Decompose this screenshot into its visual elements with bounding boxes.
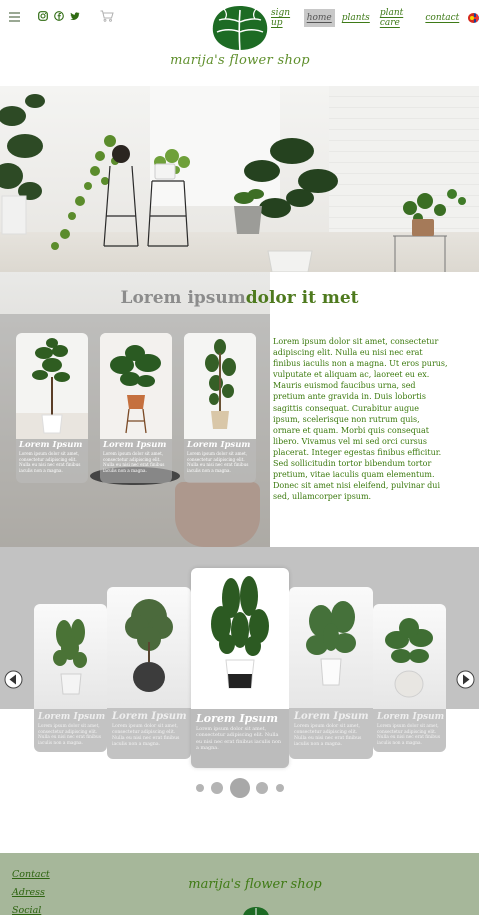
- plant-image: [191, 568, 289, 709]
- carousel-card[interactable]: Lorem Ipsum Lorem ipsum dolor sit amet, …: [373, 604, 446, 752]
- site-header: marija's flower shop sign up home plants…: [0, 0, 479, 86]
- carousel-card-title: Lorem Ipsum: [38, 712, 106, 722]
- footer-link-contact[interactable]: Contact: [12, 869, 50, 880]
- hero-image: [0, 86, 479, 272]
- main-nav: sign up home plants plant care contact: [268, 4, 479, 32]
- plant-image: [16, 333, 88, 439]
- nav-home[interactable]: home: [303, 9, 335, 27]
- carousel-dot-active[interactable]: [230, 778, 250, 798]
- carousel-card-title: Lorem Ipsum: [377, 712, 445, 722]
- footer-logo-text[interactable]: marija's flower shop: [150, 877, 360, 892]
- plant-image: [107, 587, 191, 708]
- about-title-part2: dolor it met: [245, 288, 359, 308]
- plant-image: [373, 604, 446, 709]
- mini-card[interactable]: Lorem Ipsum Lorem ipsum dolor sit amet, …: [16, 333, 88, 483]
- site-footer: Contact Adress Social marija's flower sh…: [0, 853, 479, 915]
- carousel-dot[interactable]: [211, 782, 223, 794]
- plant-image: [184, 333, 256, 439]
- carousel-dot[interactable]: [276, 784, 284, 792]
- about-title: Lorem ipsumdolor it met: [0, 288, 479, 308]
- footer-links: Contact Adress Social: [12, 869, 50, 915]
- footer-link-adress[interactable]: Adress: [12, 887, 50, 898]
- footer-link-social[interactable]: Social: [12, 905, 50, 915]
- footer-logo-leaf-icon: [243, 907, 269, 915]
- about-paragraph: Lorem ipsum dolor sit amet, consectetur …: [273, 337, 448, 502]
- plant-image: [289, 587, 373, 708]
- carousel-card[interactable]: Lorem Ipsum Lorem ipsum dolor sit amet, …: [289, 587, 373, 759]
- carousel-card[interactable]: Lorem Ipsum Lorem ipsum dolor sit amet, …: [34, 604, 107, 752]
- hamburger-menu-icon[interactable]: [9, 12, 20, 22]
- hero-plants-illustration: [0, 86, 466, 272]
- carousel-card-active[interactable]: Lorem Ipsum Lorem ipsum dolor sit amet, …: [191, 568, 289, 768]
- shopping-cart-icon[interactable]: [100, 10, 114, 22]
- mini-card-title: Lorem Ipsum: [19, 440, 83, 450]
- carousel-card-desc: Lorem ipsum dolor sit amet, consectetur …: [196, 726, 282, 752]
- carousel-card-title: Lorem Ipsum: [112, 711, 187, 722]
- mini-card-title: Lorem Ipsum: [103, 440, 167, 450]
- mini-card-desc: Lorem ipsum dolor sit amet, consectetur …: [103, 451, 165, 473]
- carousel-dot[interactable]: [256, 782, 268, 794]
- carousel-card-desc: Lorem ipsum dolor sit amet, consectetur …: [38, 724, 102, 746]
- instagram-icon[interactable]: [38, 11, 48, 21]
- twitter-icon[interactable]: [70, 11, 80, 21]
- carousel-card-desc: Lorem ipsum dolor sit amet, consectetur …: [377, 724, 441, 746]
- mini-card-title: Lorem Ipsum: [187, 440, 251, 450]
- uk-flag-icon[interactable]: [473, 13, 479, 23]
- carousel-dot[interactable]: [196, 784, 204, 792]
- plant-image: [100, 333, 172, 439]
- language-flag-icon[interactable]: [468, 13, 479, 23]
- nav-contact[interactable]: contact: [422, 9, 462, 27]
- mini-card[interactable]: Lorem Ipsum Lorem ipsum dolor sit amet, …: [100, 333, 172, 483]
- mini-card[interactable]: Lorem Ipsum Lorem ipsum dolor sit amet, …: [184, 333, 256, 483]
- carousel-card-title: Lorem Ipsum: [294, 711, 369, 722]
- carousel-card[interactable]: Lorem Ipsum Lorem ipsum dolor sit amet, …: [107, 587, 191, 759]
- mini-card-desc: Lorem ipsum dolor sit amet, consectetur …: [19, 451, 81, 473]
- nav-plants[interactable]: plants: [339, 9, 373, 27]
- nav-sign-up[interactable]: sign up: [268, 4, 300, 32]
- carousel-next-button[interactable]: [456, 670, 475, 689]
- carousel-card-title: Lorem Ipsum: [196, 712, 279, 725]
- logo-leaf-icon[interactable]: [209, 2, 271, 54]
- mini-card-desc: Lorem ipsum dolor sit amet, consectetur …: [187, 451, 249, 473]
- carousel-prev-button[interactable]: [4, 670, 23, 689]
- facebook-icon[interactable]: [54, 11, 64, 21]
- social-links: [38, 11, 80, 21]
- carousel-card-desc: Lorem ipsum dolor sit amet, consectetur …: [294, 724, 362, 747]
- nav-plant-care[interactable]: plant care: [377, 4, 419, 32]
- about-mini-cards: Lorem Ipsum Lorem ipsum dolor sit amet, …: [16, 333, 256, 483]
- logo-text[interactable]: marija's flower shop: [150, 53, 330, 68]
- about-title-part1: Lorem ipsum: [120, 288, 246, 308]
- carousel-card-desc: Lorem ipsum dolor sit amet, consectetur …: [112, 724, 180, 747]
- plant-image: [34, 604, 107, 709]
